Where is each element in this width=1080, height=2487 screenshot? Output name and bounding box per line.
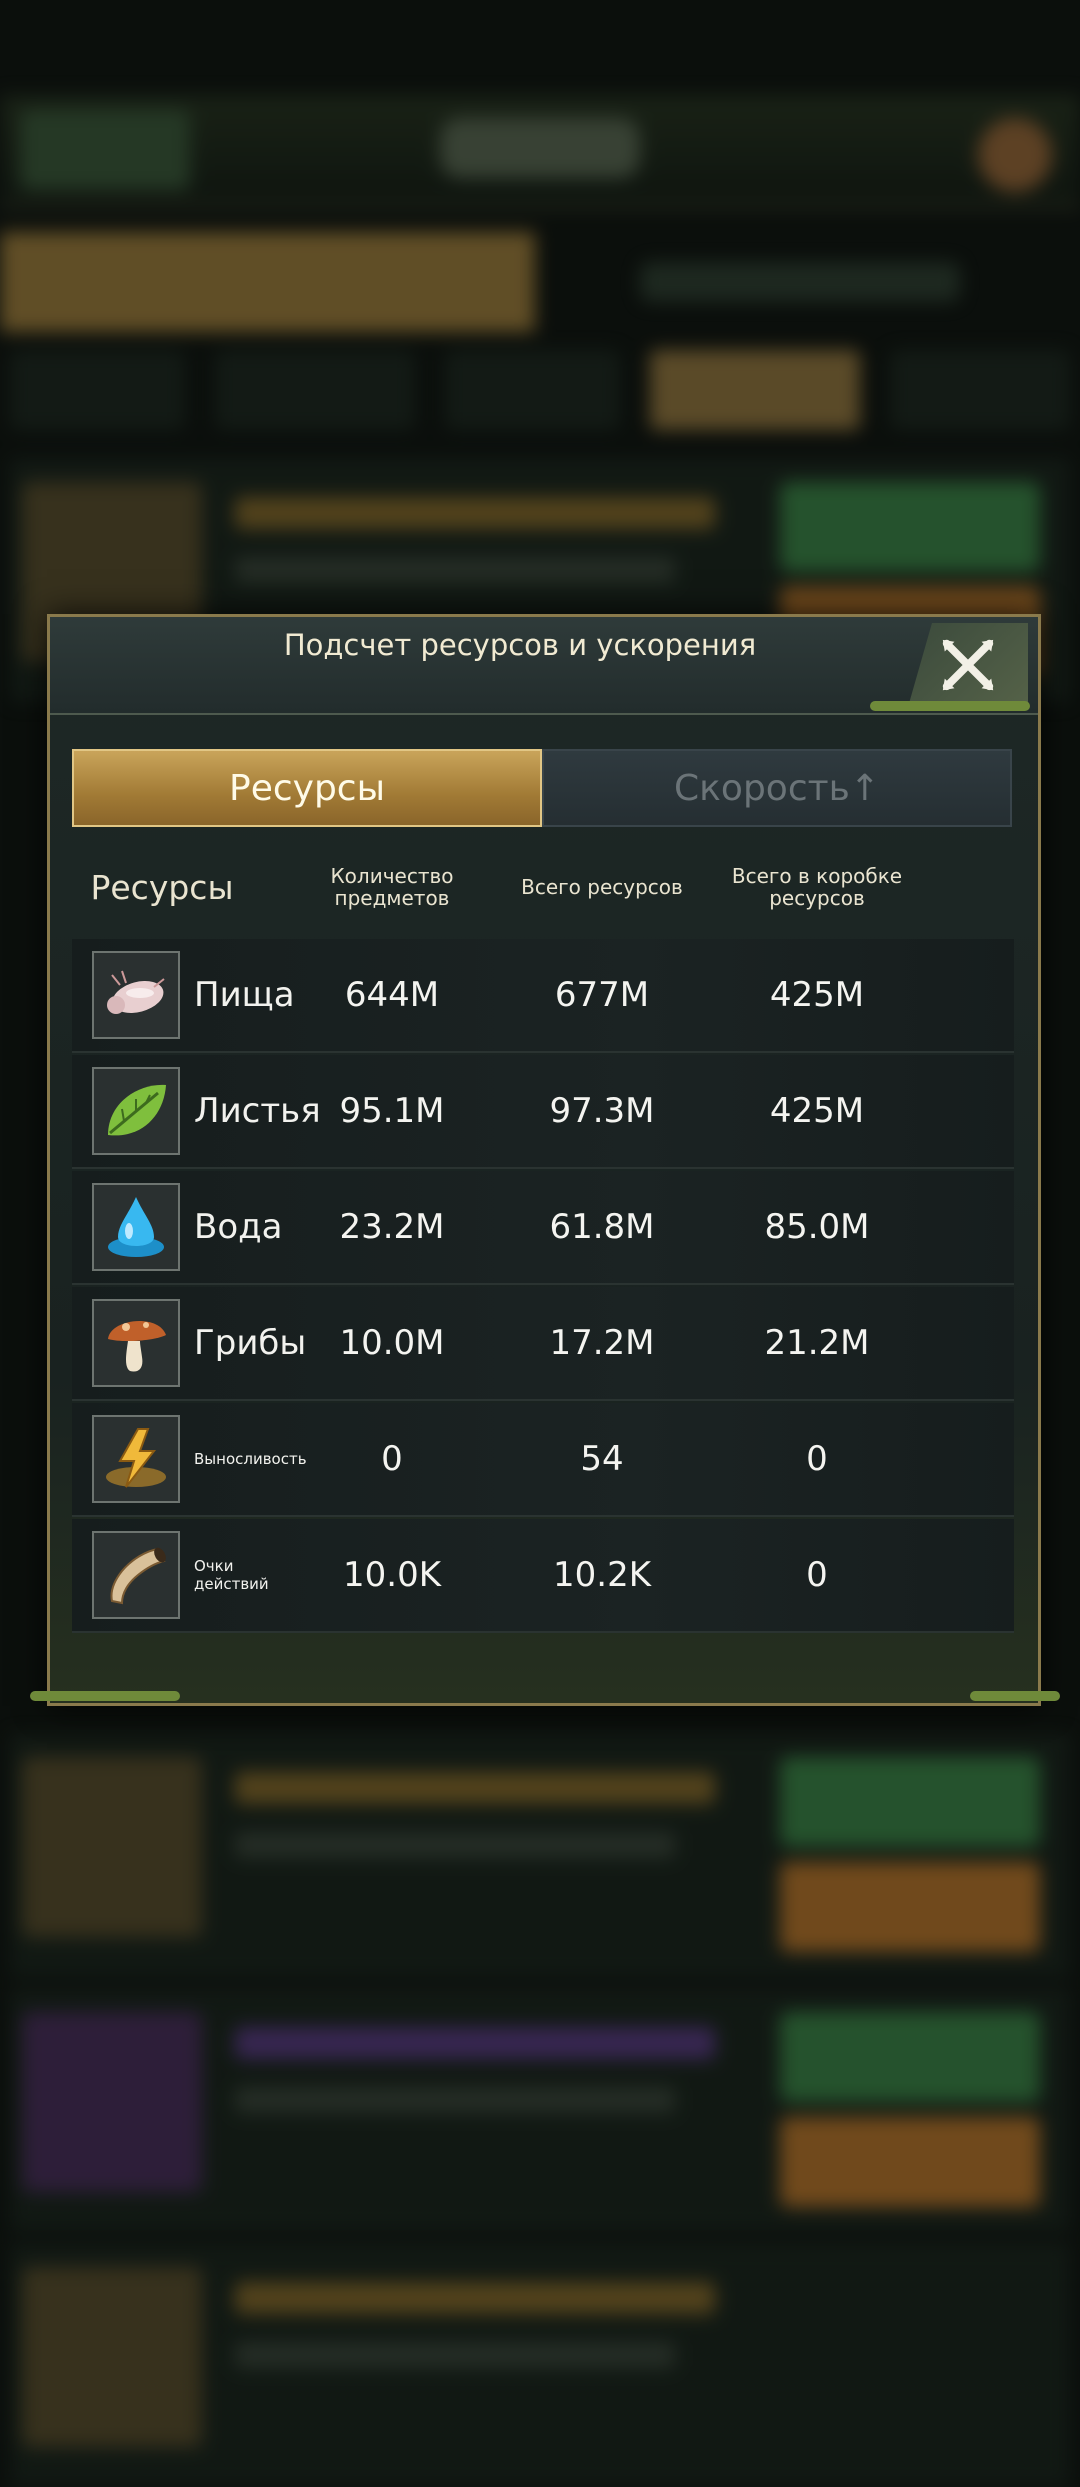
table-row: Грибы 10.0M 17.2M 21.2M bbox=[72, 1287, 1014, 1401]
resource-count-dialog: Подсчет ресурсов и ускорения Ресурсы Ско… bbox=[30, 614, 1060, 1706]
close-button[interactable] bbox=[908, 623, 1028, 707]
table-row: Вода 23.2M 61.8M 85.0M bbox=[72, 1171, 1014, 1285]
table-row: Листья 95.1M 97.3M 425M bbox=[72, 1055, 1014, 1169]
close-icon bbox=[942, 639, 994, 691]
tab-speedups[interactable]: Скорость↑ bbox=[542, 749, 1012, 827]
resource-name: Пища bbox=[194, 975, 295, 1015]
background-filter bbox=[215, 350, 415, 430]
table-row: Пища 644M 677M 425M bbox=[72, 939, 1014, 1053]
background-filter bbox=[10, 350, 185, 430]
horn-icon bbox=[92, 1531, 180, 1619]
resource-name: Листья bbox=[194, 1091, 321, 1131]
resource-name: Выносливость bbox=[194, 1450, 307, 1468]
item-count: 10.0K bbox=[343, 1555, 441, 1595]
total-in-box: 425M bbox=[769, 975, 865, 1015]
total-in-box: 85.0M bbox=[764, 1207, 870, 1247]
food-icon bbox=[92, 951, 180, 1039]
background-filter bbox=[890, 350, 1070, 430]
table-row: Выносливость 0 54 0 bbox=[72, 1403, 1014, 1517]
header-resources: Ресурсы bbox=[90, 867, 234, 907]
background-filter bbox=[445, 350, 620, 430]
resource-name: Грибы bbox=[194, 1323, 307, 1363]
resource-table: Пища 644M 677M 425M Листья 95.1M 97.3M 4… bbox=[72, 939, 1014, 1635]
mushroom-icon bbox=[92, 1299, 180, 1387]
header-item-count: Количество предметов bbox=[330, 864, 454, 910]
header-total-in-box: Всего в коробке ресурсов bbox=[731, 864, 903, 910]
table-row: Очки действий 10.0K 10.2K 0 bbox=[72, 1519, 1014, 1633]
background-card bbox=[10, 2245, 1070, 2487]
total-in-box: 0 bbox=[806, 1439, 828, 1479]
background-card bbox=[10, 1735, 1070, 1977]
vine-decoration bbox=[30, 1691, 180, 1701]
resource-name: Вода bbox=[194, 1207, 283, 1247]
tab-resources[interactable]: Ресурсы bbox=[72, 749, 542, 827]
tab-bar: Ресурсы Скорость↑ bbox=[72, 749, 1012, 827]
dialog-title: Подсчет ресурсов и ускорения bbox=[283, 628, 757, 662]
leaf-icon bbox=[92, 1067, 180, 1155]
table-header: Ресурсы Количество предметов Всего ресур… bbox=[72, 841, 1012, 933]
total-resources: 54 bbox=[580, 1439, 624, 1479]
item-count: 644M bbox=[344, 975, 440, 1015]
vine-decoration bbox=[970, 1691, 1060, 1701]
stamina-icon bbox=[92, 1415, 180, 1503]
total-in-box: 425M bbox=[769, 1091, 865, 1131]
total-resources: 677M bbox=[554, 975, 650, 1015]
item-count: 10.0M bbox=[339, 1323, 445, 1363]
background-card bbox=[10, 1990, 1070, 2232]
dialog-header: Подсчет ресурсов и ускорения bbox=[50, 617, 1038, 715]
background-avatar bbox=[978, 118, 1052, 192]
background-back-button bbox=[20, 110, 190, 190]
water-drop-icon bbox=[92, 1183, 180, 1271]
total-resources: 17.2M bbox=[549, 1323, 655, 1363]
total-in-box: 21.2M bbox=[764, 1323, 870, 1363]
vine-decoration bbox=[870, 701, 1030, 711]
item-count: 95.1M bbox=[339, 1091, 445, 1131]
resource-name: Очки действий bbox=[194, 1557, 269, 1593]
background-tab bbox=[640, 262, 960, 302]
background-tab bbox=[0, 232, 535, 332]
item-count: 23.2M bbox=[339, 1207, 445, 1247]
background-title bbox=[440, 118, 640, 178]
item-count: 0 bbox=[381, 1439, 403, 1479]
total-resources: 10.2K bbox=[553, 1555, 651, 1595]
total-in-box: 0 bbox=[806, 1555, 828, 1595]
total-resources: 61.8M bbox=[549, 1207, 655, 1247]
header-total-resources: Всего ресурсов bbox=[521, 875, 683, 899]
total-resources: 97.3M bbox=[549, 1091, 655, 1131]
background-filter bbox=[650, 350, 860, 430]
